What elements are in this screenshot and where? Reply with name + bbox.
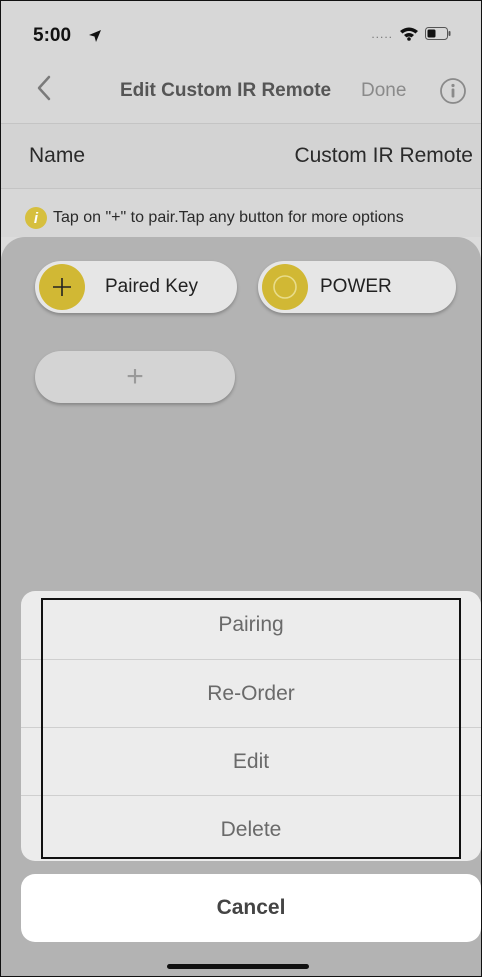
signal-dots-icon: ..... bbox=[371, 26, 393, 41]
paired-key-button[interactable]: Paired Key bbox=[35, 261, 237, 313]
back-button[interactable] bbox=[29, 73, 59, 107]
chevron-left-icon bbox=[36, 75, 52, 106]
navigation-bar: Edit Custom IR Remote Done bbox=[1, 63, 481, 119]
key-label: Paired Key bbox=[105, 276, 198, 297]
pairing-hint: i Tap on "+" to pair.Tap any button for … bbox=[25, 205, 404, 231]
highlight-outline bbox=[41, 598, 461, 859]
name-value: Custom IR Remote bbox=[294, 144, 473, 167]
wifi-icon bbox=[399, 26, 419, 41]
status-indicators: ..... bbox=[371, 26, 451, 41]
power-key-button[interactable]: POWER bbox=[258, 261, 456, 313]
ring-icon bbox=[262, 264, 308, 310]
info-icon bbox=[440, 78, 466, 104]
add-key-button[interactable]: + bbox=[35, 351, 235, 403]
hint-text: Tap on "+" to pair.Tap any button for mo… bbox=[53, 209, 404, 226]
plus-icon bbox=[39, 264, 85, 310]
name-row[interactable]: Name Custom IR Remote bbox=[1, 123, 481, 189]
page-title: Edit Custom IR Remote bbox=[120, 80, 332, 101]
key-label: POWER bbox=[320, 276, 392, 297]
phone-screen: 5:00 ..... Edit Custom IR Remote Done Na… bbox=[0, 0, 482, 977]
location-arrow-icon bbox=[88, 29, 102, 43]
status-bar: 5:00 ..... bbox=[1, 1, 481, 61]
name-label: Name bbox=[29, 144, 86, 167]
status-time: 5:00 bbox=[33, 25, 72, 46]
info-button[interactable] bbox=[439, 77, 467, 105]
info-hint-icon: i bbox=[25, 207, 47, 229]
done-button[interactable]: Done bbox=[361, 80, 406, 102]
cancel-button[interactable]: Cancel bbox=[21, 874, 481, 942]
home-indicator[interactable] bbox=[167, 964, 309, 969]
battery-icon bbox=[425, 27, 451, 40]
action-sheet: Pairing Re-Order Edit Delete bbox=[21, 591, 481, 861]
add-plus-icon: + bbox=[126, 360, 144, 393]
